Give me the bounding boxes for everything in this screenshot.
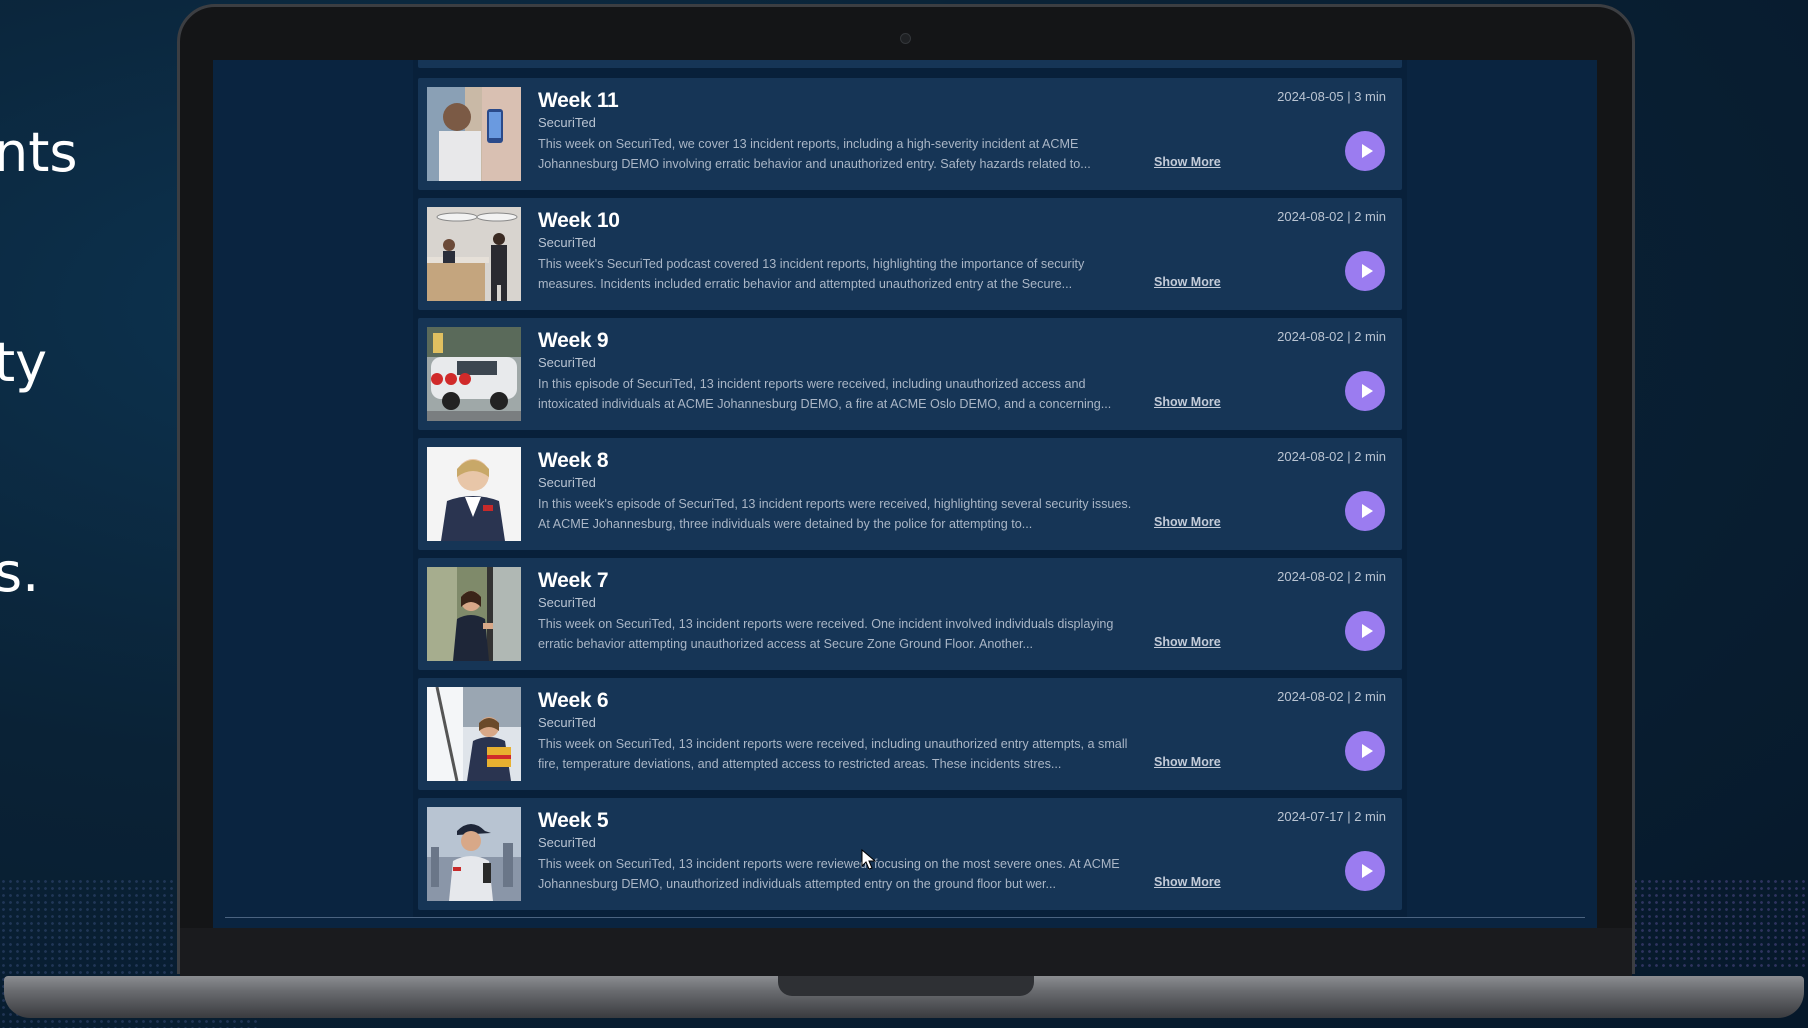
- screen-right-margin: [1407, 60, 1597, 928]
- security-car-photo-icon: [427, 327, 521, 421]
- show-more-link[interactable]: Show More: [1154, 275, 1221, 289]
- episode-show-name: SecuriTed: [538, 475, 596, 490]
- episode-title[interactable]: Week 11: [538, 89, 619, 113]
- episode-description: This week's SecuriTed podcast covered 13…: [538, 257, 1085, 291]
- episode-date-duration: 2024-08-02 | 2 min: [1277, 569, 1386, 584]
- show-more-link[interactable]: Show More: [1154, 395, 1221, 409]
- camera-icon: [900, 33, 911, 44]
- episode-card[interactable]: Week 5 SecuriTed This week on SecuriTed,…: [418, 798, 1402, 910]
- episode-show-name: SecuriTed: [538, 115, 596, 130]
- episode-date-duration: 2024-08-02 | 2 min: [1277, 449, 1386, 464]
- play-button[interactable]: [1345, 611, 1385, 651]
- laptop-screen: Week 11 SecuriTed This week on SecuriTed…: [213, 60, 1597, 928]
- show-more-link[interactable]: Show More: [1154, 155, 1221, 169]
- screen-left-margin: [213, 60, 413, 928]
- play-button[interactable]: [1345, 851, 1385, 891]
- guard-door-photo-icon: [427, 567, 521, 661]
- episode-date-duration: 2024-08-02 | 2 min: [1277, 329, 1386, 344]
- episode-title[interactable]: Week 10: [538, 209, 620, 233]
- play-icon: [1361, 144, 1373, 158]
- laptop-notch: [778, 976, 1034, 996]
- episode-card[interactable]: Week 6 SecuriTed This week on SecuriTed,…: [418, 678, 1402, 790]
- guard-woman-photo-icon: [427, 447, 521, 541]
- episode-card-partial: [418, 60, 1402, 68]
- hero-headline: nts ty s.: [0, 0, 78, 678]
- episode-show-name: SecuriTed: [538, 355, 596, 370]
- hero-line-2: ty: [0, 331, 48, 394]
- episode-show-name: SecuriTed: [538, 595, 596, 610]
- episode-show-name: SecuriTed: [538, 835, 596, 850]
- play-icon: [1361, 384, 1373, 398]
- episode-card[interactable]: Week 11 SecuriTed This week on SecuriTed…: [418, 78, 1402, 190]
- screen-bottom-strip: [225, 918, 1585, 928]
- episode-description: In this episode of SecuriTed, 13 inciden…: [538, 377, 1112, 411]
- episode-title[interactable]: Week 8: [538, 449, 609, 473]
- play-button[interactable]: [1345, 371, 1385, 411]
- episode-show-name: SecuriTed: [538, 715, 596, 730]
- laptop-chin: [180, 928, 1632, 976]
- episode-title[interactable]: Week 9: [538, 329, 609, 353]
- mouse-cursor-icon: [861, 849, 877, 870]
- episode-card[interactable]: Week 7 SecuriTed This week on SecuriTed,…: [418, 558, 1402, 670]
- episode-show-name: SecuriTed: [538, 235, 596, 250]
- play-icon: [1361, 504, 1373, 518]
- guard-window-photo-icon: [427, 687, 521, 781]
- play-icon: [1361, 264, 1373, 278]
- play-button[interactable]: [1345, 131, 1385, 171]
- episode-description: This week on SecuriTed, 13 incident repo…: [538, 617, 1114, 651]
- episode-description: This week on SecuriTed, 13 incident repo…: [538, 857, 1120, 891]
- episode-description: In this week's episode of SecuriTed, 13 …: [538, 497, 1132, 531]
- show-more-link[interactable]: Show More: [1154, 755, 1221, 769]
- play-button[interactable]: [1345, 731, 1385, 771]
- episode-card[interactable]: Week 10 SecuriTed This week's SecuriTed …: [418, 198, 1402, 310]
- episode-description: This week on SecuriTed, we cover 13 inci…: [538, 137, 1091, 171]
- play-icon: [1361, 744, 1373, 758]
- episode-card[interactable]: Week 8 SecuriTed In this week's episode …: [418, 438, 1402, 550]
- play-button[interactable]: [1345, 491, 1385, 531]
- reception-desk-photo-icon: [427, 207, 521, 301]
- episode-list: Week 11 SecuriTed This week on SecuriTed…: [418, 78, 1402, 918]
- show-more-link[interactable]: Show More: [1154, 875, 1221, 889]
- episode-date-duration: 2024-08-02 | 2 min: [1277, 209, 1386, 224]
- episode-date-duration: 2024-08-02 | 2 min: [1277, 689, 1386, 704]
- episode-card[interactable]: Week 9 SecuriTed In this episode of Secu…: [418, 318, 1402, 430]
- play-icon: [1361, 624, 1373, 638]
- show-more-link[interactable]: Show More: [1154, 635, 1221, 649]
- episode-date-duration: 2024-08-05 | 3 min: [1277, 89, 1386, 104]
- episode-date-duration: 2024-07-17 | 2 min: [1277, 809, 1386, 824]
- guard-cap-photo-icon: [427, 807, 521, 901]
- episode-title[interactable]: Week 5: [538, 809, 609, 833]
- episode-title[interactable]: Week 7: [538, 569, 609, 593]
- hero-line-3: s.: [0, 541, 40, 604]
- man-with-phone-photo-icon: [427, 87, 521, 181]
- decorative-dots-right: [1618, 878, 1808, 968]
- episode-title[interactable]: Week 6: [538, 689, 609, 713]
- show-more-link[interactable]: Show More: [1154, 515, 1221, 529]
- episode-description: This week on SecuriTed, 13 incident repo…: [538, 737, 1128, 771]
- play-button[interactable]: [1345, 251, 1385, 291]
- play-icon: [1361, 864, 1373, 878]
- hero-line-1: nts: [0, 121, 78, 184]
